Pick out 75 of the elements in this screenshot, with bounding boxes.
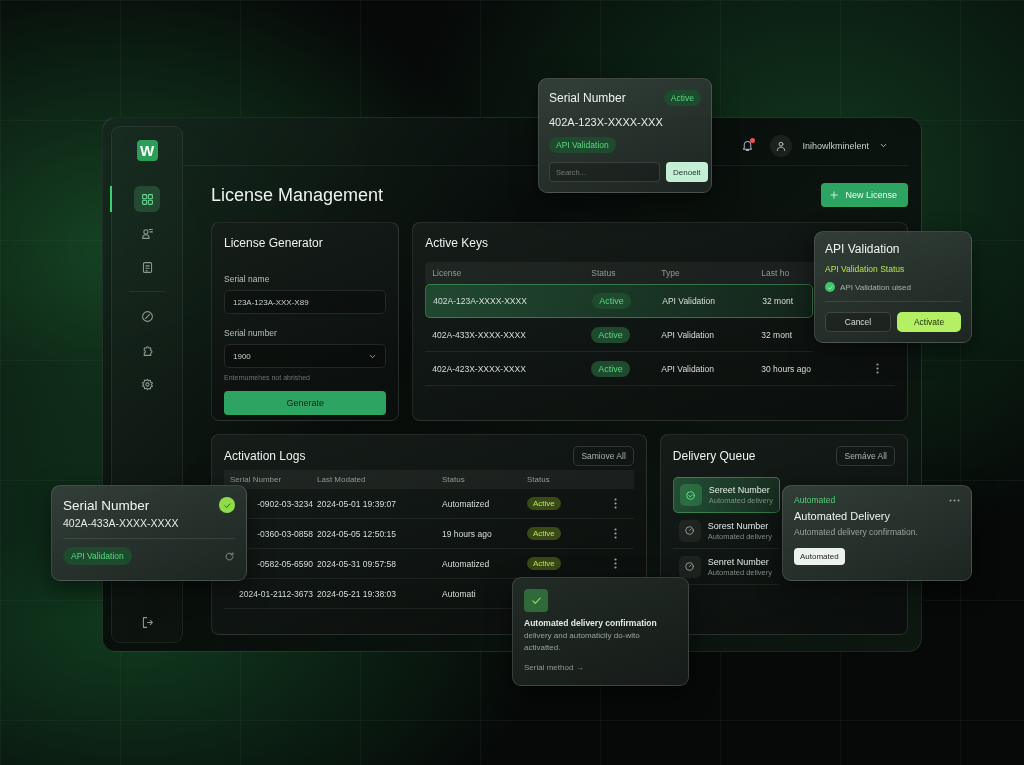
column-header: Status	[591, 268, 616, 278]
serial-number: 402A-123X-XXXX-XXX	[549, 116, 664, 128]
table-cell: Automatized	[442, 498, 490, 509]
table-cell: 402A-423X-XXXX-XXXX	[432, 363, 526, 374]
popover-title: Automated Delivery	[794, 510, 891, 522]
status-text: API Validation uised	[840, 282, 911, 292]
card-text: delivery and automaticily do-wito activatted.	[524, 630, 641, 654]
status-badge: Active	[527, 497, 561, 510]
popover-title: Serial Number	[549, 91, 626, 105]
table-cell: 19 hours ago	[442, 528, 492, 539]
table-row[interactable]: 402A-423X-XXXX-XXXX Active API Validation 30 hours ago	[425, 352, 895, 386]
table-cell: API Validation	[662, 296, 716, 306]
column-header: Serial Number	[230, 475, 283, 484]
table-cell-text: -0902-03-3234	[257, 498, 314, 509]
table-cell-text: 2024-01-2112-3673	[238, 588, 314, 599]
remove-all-button[interactable]: Semáve All	[836, 446, 895, 466]
table-cell: 32 mont	[761, 329, 792, 340]
table-cell: Automatized	[442, 558, 490, 569]
item-title: Sereet Number	[708, 485, 771, 495]
activate-button[interactable]: Activate	[897, 312, 961, 332]
serial-method-link[interactable]: Serial method →	[524, 663, 584, 672]
table-cell: API Validation	[661, 329, 715, 340]
user-name[interactable]: Inihowlkminelent	[802, 140, 869, 151]
automated-button[interactable]: Automated	[794, 548, 845, 565]
table-cell: 2024-05-31 09:57:58	[317, 558, 396, 569]
popover-text: Automated delivery confirmation.	[794, 527, 919, 537]
column-header: Last ho	[761, 268, 790, 278]
status-badge: Active	[527, 527, 561, 540]
table-cell-text: -0360-03-0858	[257, 528, 314, 539]
table-cell: API Validation	[661, 363, 715, 374]
column-header: License	[432, 268, 462, 278]
column-header: Type	[661, 268, 680, 278]
card-title: Active Keys	[425, 236, 488, 250]
item-title: Sorest Number	[707, 520, 770, 531]
field-label: Serial name	[224, 274, 271, 284]
remove-all-button[interactable]: Samiove All	[573, 446, 634, 466]
card-title: License Generator	[224, 236, 323, 250]
app-logo: W	[136, 140, 158, 161]
field-label: Serial number	[224, 328, 278, 338]
page-title: License Management	[211, 184, 384, 206]
status-badge: Active	[591, 326, 630, 343]
column-header: Status	[527, 475, 550, 484]
table-cell: 2024-05-01 19:39:07	[317, 498, 396, 509]
table-cell: 30 hours ago	[761, 363, 811, 374]
status-heading: API Validation Status	[825, 264, 906, 274]
card-title: Serial Number	[63, 497, 150, 513]
column-header: Status	[442, 475, 465, 484]
type-tag: API Validation	[63, 547, 132, 565]
status-badge: Active	[663, 90, 701, 106]
status-badge: Active	[592, 293, 631, 309]
generate-button[interactable]: Generate	[224, 391, 387, 415]
serial-number: 402A-433A-XXXX-XXXX	[63, 517, 235, 539]
cancel-button[interactable]: Cancel	[825, 312, 891, 332]
table-cell: 32 mont	[762, 296, 793, 306]
status-label: Automated	[794, 495, 836, 505]
card-title: Automated delivery confirmation	[524, 618, 658, 628]
column-header: Last Modated	[317, 475, 366, 484]
table-cell-text: -0582-05-6590	[257, 558, 314, 569]
table-cell: 402A-433X-XXXX-XXXX	[432, 329, 526, 340]
select-field[interactable]: 1900	[224, 344, 387, 368]
table-cell: 2024-05-21 19:38:03	[317, 588, 396, 599]
table-cell: Automati	[442, 588, 476, 599]
status-badge: Active	[527, 557, 561, 570]
type-tag: API Validation	[549, 137, 616, 153]
card-title: Delivery Queue	[672, 449, 756, 463]
item-title: Senret Number	[707, 556, 770, 567]
card-title: Activation Logs	[224, 449, 306, 463]
input-field[interactable]: 123A-123A-XXX-X89	[224, 290, 387, 314]
confirm-button[interactable]: Denoeit	[666, 162, 708, 182]
popover-title: API Validation	[825, 242, 900, 256]
table-row[interactable]: 402A-433X-XXXX-XXXX Active API Validation 32 mont	[425, 318, 813, 352]
table-cell: 402A-123A-XXXX-XXXX	[433, 296, 527, 306]
table-row[interactable]: 402A-123A-XXXX-XXXX Active API Validation 32 mont	[425, 284, 813, 318]
table-cell: 2024-05-05 12:50:15	[317, 528, 396, 539]
status-badge: Active	[591, 360, 630, 377]
